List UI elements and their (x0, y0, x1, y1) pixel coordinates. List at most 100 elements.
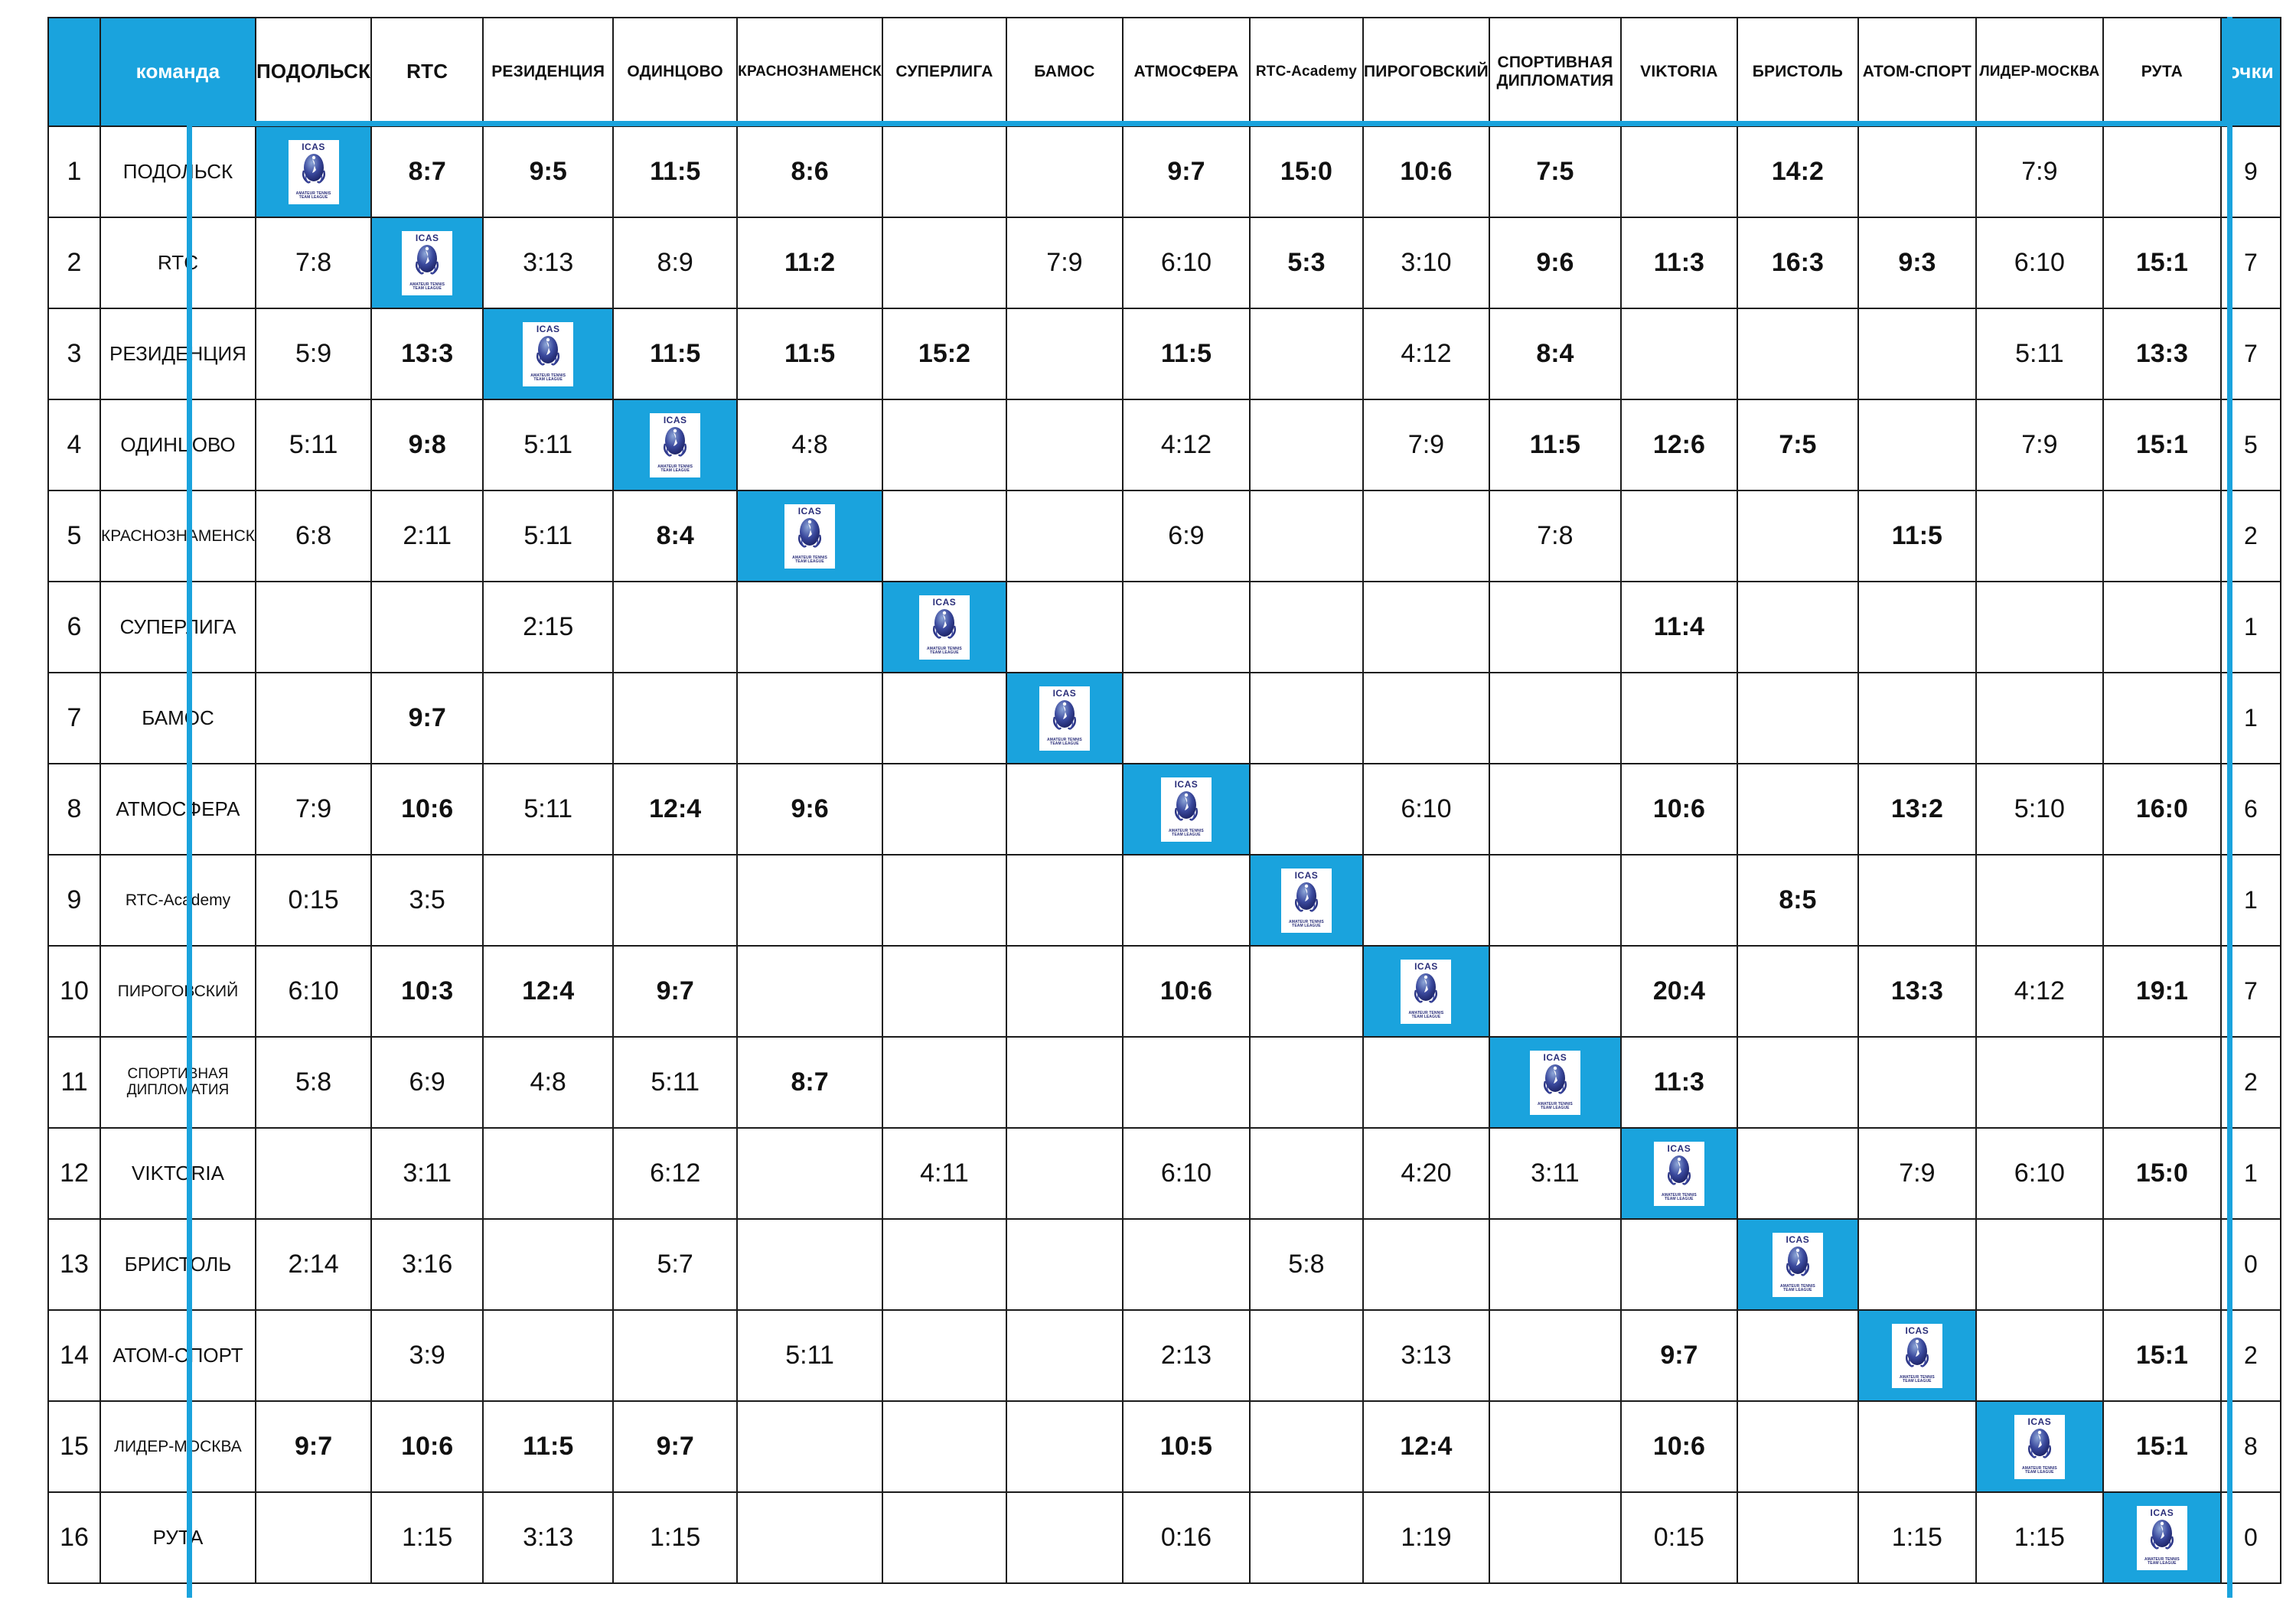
header-col-atom-sport[interactable]: АТОМ-СПОРТ (1857, 17, 1977, 127)
score-cell[interactable]: 5:3 (1248, 217, 1364, 309)
score-cell[interactable]: 3:16 (370, 1218, 484, 1311)
score-cell[interactable]: 11:3 (1619, 1036, 1738, 1129)
score-cell[interactable]: 11:5 (612, 125, 739, 218)
score-cell[interactable]: 3:5 (370, 854, 484, 947)
score-cell-empty[interactable] (1005, 125, 1124, 218)
header-col-sportivnaya-diplomatiya[interactable]: СПОРТИВНАЯ ДИПЛОМАТИЯ (1488, 17, 1622, 127)
score-cell-empty[interactable] (736, 1127, 883, 1220)
score-cell[interactable]: 9:7 (370, 672, 484, 764)
score-cell[interactable]: 8:5 (1736, 854, 1859, 947)
score-cell[interactable]: 15:0 (1248, 125, 1364, 218)
score-cell-empty[interactable] (736, 1491, 883, 1584)
score-cell[interactable]: 19:1 (2102, 945, 2222, 1038)
row-team-name[interactable]: ЛИДЕР-МОСКВА (99, 1400, 256, 1493)
score-cell-empty[interactable] (1248, 1309, 1364, 1402)
row-team-name[interactable]: АТМОСФЕРА (99, 763, 256, 855)
header-col-viktoria[interactable]: VIKTORIA (1619, 17, 1738, 127)
score-cell[interactable]: 0:15 (254, 854, 373, 947)
score-cell[interactable]: 11:5 (1857, 490, 1977, 582)
header-col-ruta[interactable]: РУТА (2102, 17, 2222, 127)
score-cell[interactable]: 2:11 (370, 490, 484, 582)
score-cell[interactable]: 4:20 (1362, 1127, 1490, 1220)
score-cell-empty[interactable] (1857, 125, 1977, 218)
score-cell-empty[interactable] (881, 125, 1007, 218)
score-cell[interactable]: 7:9 (1857, 1127, 1977, 1220)
score-cell[interactable]: 15:1 (2102, 1400, 2222, 1493)
score-cell[interactable]: 3:13 (1362, 1309, 1490, 1402)
row-team-name[interactable]: RTC-Academy (99, 854, 256, 947)
score-cell[interactable]: 3:11 (370, 1127, 484, 1220)
score-cell-empty[interactable] (1857, 1036, 1977, 1129)
score-cell-empty[interactable] (1488, 1400, 1622, 1493)
score-cell[interactable]: 7:9 (1362, 399, 1490, 491)
score-cell[interactable]: 8:4 (612, 490, 739, 582)
score-cell-empty[interactable] (1736, 1127, 1859, 1220)
score-cell[interactable]: 11:2 (736, 217, 883, 309)
score-cell-empty[interactable] (1248, 1127, 1364, 1220)
score-cell[interactable]: 8:7 (370, 125, 484, 218)
score-cell[interactable]: 11:5 (1488, 399, 1622, 491)
score-cell[interactable]: 3:13 (482, 217, 615, 309)
score-cell[interactable]: 6:10 (1975, 1127, 2104, 1220)
score-cell[interactable]: 7:9 (1005, 217, 1124, 309)
score-cell[interactable]: 11:5 (612, 308, 739, 400)
score-cell[interactable]: 8:9 (612, 217, 739, 309)
score-cell-empty[interactable] (736, 945, 883, 1038)
score-cell[interactable]: 8:6 (736, 125, 883, 218)
score-cell-empty[interactable] (881, 217, 1007, 309)
row-team-name[interactable]: АТОМ-СПОРТ (99, 1309, 256, 1402)
score-cell[interactable]: 0:15 (1619, 1491, 1738, 1584)
score-cell[interactable]: 11:5 (736, 308, 883, 400)
score-cell[interactable]: 16:0 (2102, 763, 2222, 855)
score-cell[interactable]: 3:9 (370, 1309, 484, 1402)
score-cell[interactable]: 10:5 (1121, 1400, 1251, 1493)
row-team-name[interactable]: VIKTORIA (99, 1127, 256, 1220)
score-cell-empty[interactable] (254, 581, 373, 673)
score-cell[interactable]: 12:6 (1619, 399, 1738, 491)
score-cell-empty[interactable] (1857, 1218, 1977, 1311)
header-col-superliga[interactable]: СУПЕРЛИГА (881, 17, 1007, 127)
score-cell-empty[interactable] (1248, 945, 1364, 1038)
score-cell-empty[interactable] (1736, 763, 1859, 855)
score-cell[interactable]: 5:11 (482, 490, 615, 582)
row-team-name[interactable]: БАМОС (99, 672, 256, 764)
row-team-name[interactable]: СПОРТИВНАЯ ДИПЛОМАТИЯ (99, 1036, 256, 1129)
score-cell-empty[interactable] (254, 672, 373, 764)
score-cell[interactable]: 9:7 (612, 1400, 739, 1493)
header-col-atmosfera[interactable]: АТМОСФЕРА (1121, 17, 1251, 127)
score-cell[interactable]: 7:9 (1975, 399, 2104, 491)
score-cell[interactable]: 5:11 (254, 399, 373, 491)
score-cell[interactable]: 6:12 (612, 1127, 739, 1220)
score-cell[interactable]: 5:11 (736, 1309, 883, 1402)
score-cell-empty[interactable] (1248, 672, 1364, 764)
score-cell-empty[interactable] (881, 1309, 1007, 1402)
score-cell-empty[interactable] (1975, 581, 2104, 673)
score-cell[interactable]: 16:3 (1736, 217, 1859, 309)
score-cell-empty[interactable] (1975, 1218, 2104, 1311)
score-cell-empty[interactable] (1857, 672, 1977, 764)
score-cell-empty[interactable] (2102, 672, 2222, 764)
score-cell-empty[interactable] (1857, 1400, 1977, 1493)
score-cell-empty[interactable] (1488, 854, 1622, 947)
score-cell[interactable]: 13:2 (1857, 763, 1977, 855)
score-cell-empty[interactable] (1619, 672, 1738, 764)
score-cell[interactable]: 7:9 (254, 763, 373, 855)
score-cell-empty[interactable] (1248, 1491, 1364, 1584)
score-cell[interactable]: 5:8 (1248, 1218, 1364, 1311)
score-cell[interactable]: 15:1 (2102, 399, 2222, 491)
score-cell-empty[interactable] (1488, 581, 1622, 673)
score-cell-empty[interactable] (1975, 672, 2104, 764)
score-cell-empty[interactable] (1362, 672, 1490, 764)
score-cell[interactable]: 15:0 (2102, 1127, 2222, 1220)
score-cell-empty[interactable] (1248, 1036, 1364, 1129)
row-team-name[interactable]: РЕЗИДЕНЦИЯ (99, 308, 256, 400)
score-cell[interactable]: 7:5 (1736, 399, 1859, 491)
score-cell-empty[interactable] (881, 672, 1007, 764)
score-cell[interactable]: 15:1 (2102, 217, 2222, 309)
score-cell[interactable]: 5:11 (1975, 308, 2104, 400)
header-col-rezidenciya[interactable]: РЕЗИДЕНЦИЯ (482, 17, 615, 127)
score-cell-empty[interactable] (736, 854, 883, 947)
score-cell[interactable]: 10:6 (1121, 945, 1251, 1038)
score-cell[interactable]: 5:9 (254, 308, 373, 400)
score-cell[interactable]: 9:7 (254, 1400, 373, 1493)
